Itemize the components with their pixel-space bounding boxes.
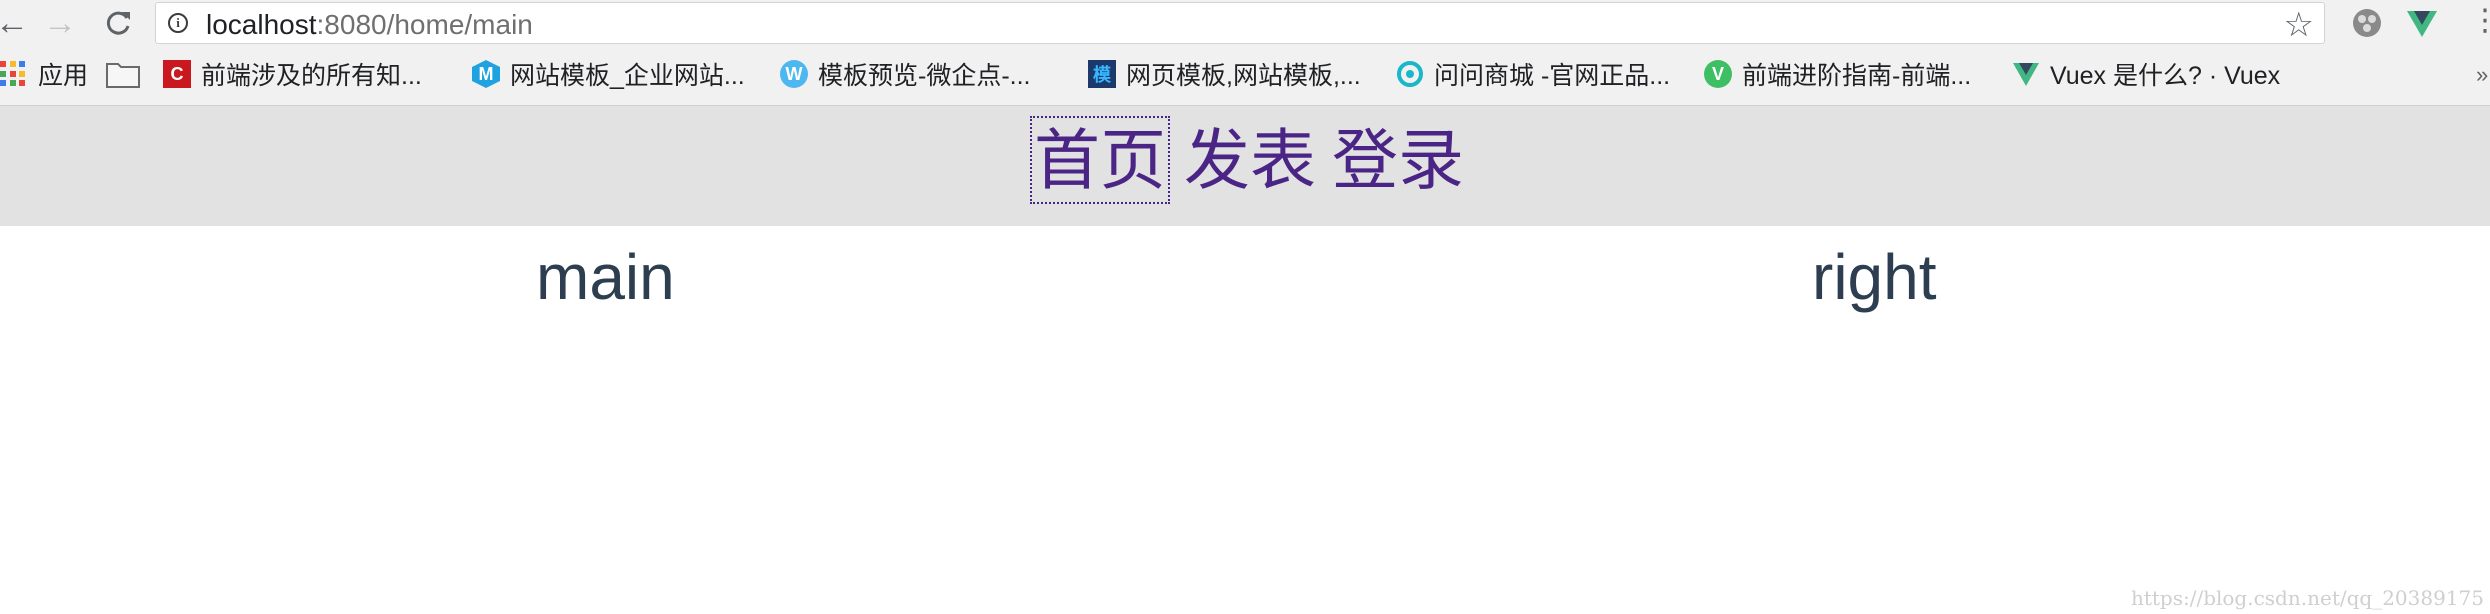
menu-icon[interactable]: ⋮ <box>2470 4 2490 38</box>
bookmark-item[interactable]: M 网站模板_企业网站... <box>472 56 745 92</box>
bookmark-label: 前端进阶指南-前端... <box>1742 62 1972 90</box>
m-icon: M <box>472 60 500 88</box>
nav-link-publish[interactable]: 发表 <box>1182 118 1318 202</box>
url-text[interactable]: localhost:8080/home/main <box>206 9 533 41</box>
star-icon[interactable]: ☆ <box>2284 5 2314 45</box>
bookmark-label: 前端涉及的所有知... <box>201 62 422 90</box>
bookmark-label: 应用 <box>38 62 89 90</box>
nav-link-home[interactable]: 首页 <box>1030 116 1170 204</box>
main-view: main <box>536 241 675 313</box>
apps-icon <box>0 61 26 87</box>
forward-arrow-icon[interactable]: → <box>40 4 80 42</box>
site-nav: 首页 发表 登录 <box>1030 116 1478 204</box>
info-icon[interactable]: i <box>168 13 188 33</box>
bookmark-item[interactable]: 问问商城 -官网正品... <box>1396 56 1670 92</box>
right-view: right <box>1812 241 1937 313</box>
bookmark-apps[interactable]: 应用 <box>0 56 88 92</box>
reload-icon[interactable] <box>98 4 138 42</box>
bookmark-label: 问问商城 -官网正品... <box>1434 62 1671 90</box>
browser-toolbar: ← → i localhost:8080/home/main ☆ ⋮ <box>0 0 2490 46</box>
bookmark-folder[interactable] <box>106 56 140 92</box>
bookmark-item[interactable]: 模 网页模板,网站模板,... <box>1088 56 1361 92</box>
vue-icon <box>2013 63 2039 86</box>
mo-icon: 模 <box>1088 60 1116 88</box>
extension-icon[interactable] <box>2350 6 2384 40</box>
folder-icon <box>106 63 140 88</box>
bookmarks-bar: 应用 C 前端涉及的所有知... M 网站模板_企业网站... W 模板预览-微… <box>0 46 2490 106</box>
site-header: 首页 发表 登录 <box>0 106 2490 226</box>
bookmark-item[interactable]: Vuex 是什么? · Vuex <box>2012 56 2280 92</box>
swirl-icon <box>1397 61 1423 87</box>
url-path: :8080/home/main <box>316 9 533 40</box>
url-host: localhost <box>206 9 317 40</box>
bookmark-item[interactable]: W 模板预览-微企点-... <box>780 56 1031 92</box>
bookmark-item[interactable]: C 前端涉及的所有知... <box>163 56 422 92</box>
more-bookmarks-button[interactable]: » <box>2476 62 2488 88</box>
nav-link-login[interactable]: 登录 <box>1330 118 1466 202</box>
w-icon: W <box>780 60 808 88</box>
bookmark-label: 模板预览-微企点-... <box>818 62 1031 90</box>
address-bar[interactable]: i localhost:8080/home/main ☆ <box>155 2 2325 44</box>
v-icon: V <box>1704 60 1732 88</box>
bookmark-label: 网页模板,网站模板,... <box>1126 62 1361 90</box>
watermark: https://blog.csdn.net/qq_20389175 <box>2130 586 2484 610</box>
c-icon: C <box>163 60 191 88</box>
bookmark-item[interactable]: V 前端进阶指南-前端... <box>1704 56 1971 92</box>
back-arrow-icon[interactable]: ← <box>0 4 32 42</box>
bookmark-label: Vuex 是什么? · Vuex <box>2050 62 2281 90</box>
vue-devtools-icon[interactable] <box>2405 6 2439 40</box>
bookmark-label: 网站模板_企业网站... <box>510 62 745 90</box>
